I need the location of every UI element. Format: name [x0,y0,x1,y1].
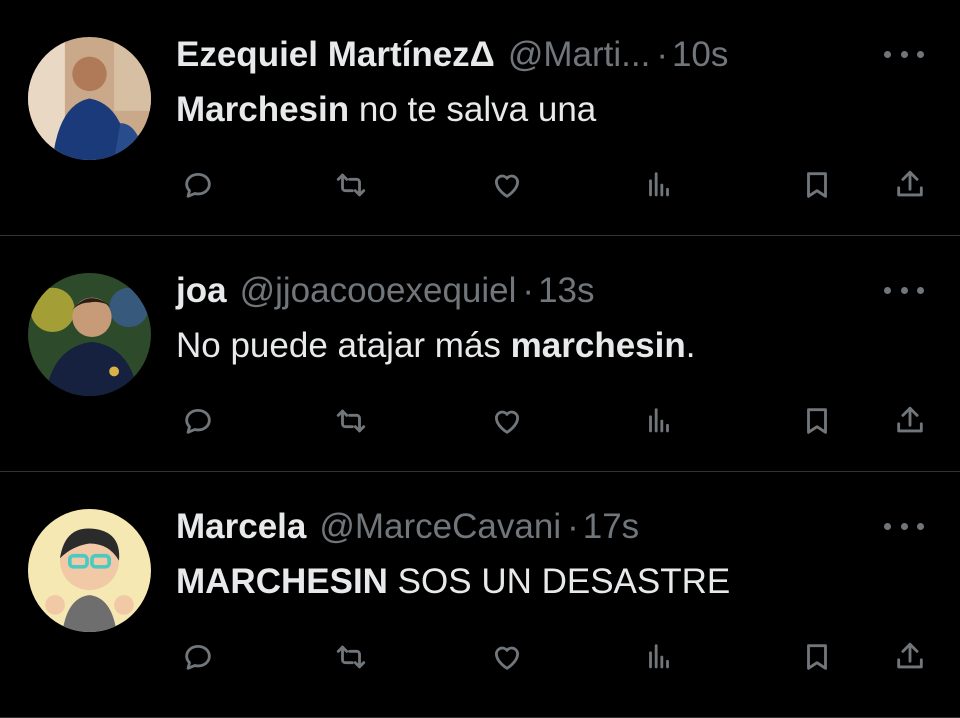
author-name[interactable]: joa [176,266,227,316]
tweet-text: No puede atajar más marchesin. [176,322,695,370]
retweet-icon [336,173,366,197]
timestamp[interactable]: 10s [672,30,728,80]
share-button[interactable] [888,163,932,207]
tweet-text: Marchesin no te salva una [176,86,596,134]
reply-icon [185,644,211,670]
share-icon [897,406,923,433]
text-prefix: No puede atajar más [176,326,511,365]
tweet-actions [176,399,936,443]
like-icon [494,646,520,670]
views-button[interactable] [637,163,681,207]
text-rest: no te salva una [349,90,597,129]
views-icon [649,172,669,197]
views-button[interactable] [637,399,681,443]
tweet-actions [176,163,936,207]
tweet[interactable]: Marcela @MarceCavani · 17s MARCHESIN SOS… [0,472,960,718]
more-icon[interactable] [884,280,924,300]
views-icon [649,644,669,669]
bookmark-icon [807,172,827,198]
like-icon [494,174,520,198]
timeline-feed: Ezequiel MartínezΔ @Marti... · 10s March… [0,0,960,718]
timestamp[interactable]: 17s [583,502,639,552]
bookmark-icon [807,408,827,434]
like-icon [494,410,520,434]
retweet-icon [336,645,366,669]
author-handle[interactable]: @jjoacooexequiel [240,266,517,316]
tweet[interactable]: Ezequiel MartínezΔ @Marti... · 10s March… [0,0,960,236]
retweet-button[interactable] [329,399,373,443]
like-button[interactable] [485,399,529,443]
avatar[interactable] [28,509,151,632]
author-handle[interactable]: @MarceCavani [319,502,561,552]
author-name[interactable]: Ezequiel MartínezΔ [176,30,495,80]
more-icon[interactable] [884,516,924,536]
more-icon[interactable] [884,44,924,64]
separator-dot: · [522,271,535,310]
retweet-button[interactable] [329,163,373,207]
bookmark-icon [807,644,827,670]
tweet-header: Marcela @MarceCavani · 17s [176,502,639,552]
author-handle[interactable]: @Marti... [508,30,650,80]
views-button[interactable] [637,635,681,679]
like-button[interactable] [485,635,529,679]
author-name[interactable]: Marcela [176,502,306,552]
text-rest: . [685,326,696,365]
reply-button[interactable] [176,635,220,679]
reply-icon [185,408,211,434]
reply-button[interactable] [176,399,220,443]
text-rest: SOS UN DESASTRE [387,562,731,601]
like-button[interactable] [485,163,529,207]
bookmark-button[interactable] [795,163,839,207]
tweet-header: joa @jjoacooexequiel · 13s [176,266,595,316]
retweet-button[interactable] [329,635,373,679]
share-icon [897,642,923,669]
retweet-icon [336,409,366,433]
reply-button[interactable] [176,163,220,207]
avatar[interactable] [28,37,151,160]
text-bold: MARCHESIN [176,562,388,601]
timestamp[interactable]: 13s [538,266,594,316]
tweet[interactable]: joa @jjoacooexequiel · 13s No puede ataj… [0,236,960,472]
text-bold: marchesin [510,326,686,365]
separator-dot: · [656,35,668,74]
tweet-text: MARCHESIN SOS UN DESASTRE [176,558,730,606]
tweet-header: Ezequiel MartínezΔ @Marti... · 10s [176,30,728,80]
bookmark-button[interactable] [795,399,839,443]
separator-dot: · [567,507,579,546]
reply-icon [185,172,211,198]
bookmark-button[interactable] [795,635,839,679]
share-icon [897,170,923,197]
share-button[interactable] [888,635,932,679]
share-button[interactable] [888,399,932,443]
text-bold: Marchesin [176,90,350,129]
tweet-actions [176,635,936,679]
avatar[interactable] [28,273,151,396]
views-icon [649,408,669,433]
